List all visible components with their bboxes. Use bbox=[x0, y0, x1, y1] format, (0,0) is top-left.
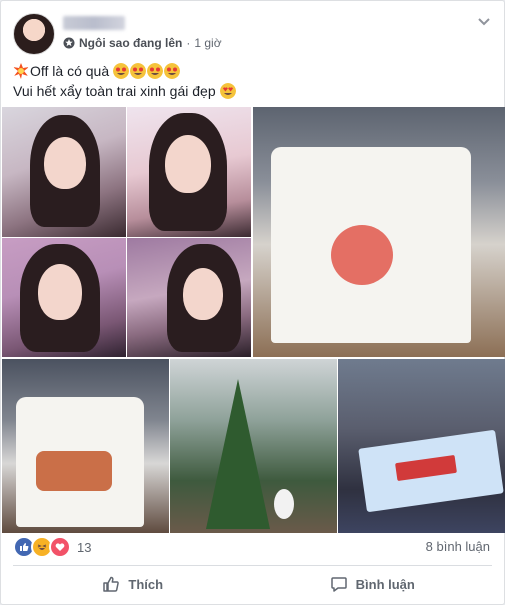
comment-button[interactable]: Bình luận bbox=[253, 567, 493, 601]
star-eyes-emoji bbox=[164, 63, 181, 79]
photo-selfie-4[interactable] bbox=[127, 238, 251, 357]
photo-selfie-2[interactable] bbox=[127, 107, 251, 237]
comment-button-label: Bình luận bbox=[355, 576, 415, 592]
star-icon bbox=[63, 37, 75, 49]
post-time[interactable]: 1 giờ bbox=[194, 36, 221, 50]
photo-event-ticket[interactable] bbox=[338, 359, 505, 533]
avatar[interactable] bbox=[13, 13, 55, 55]
star-eyes-emoji bbox=[113, 63, 130, 79]
photo-tshirt-1[interactable] bbox=[253, 107, 505, 357]
author-name-redacted[interactable] bbox=[63, 16, 125, 30]
photo-tshirt-2[interactable] bbox=[2, 359, 169, 533]
photo-selfie-1[interactable] bbox=[2, 107, 126, 237]
heart-eyes-emoji bbox=[219, 83, 236, 99]
photo-selfie-3[interactable] bbox=[2, 238, 126, 357]
photo-christmas-tree[interactable] bbox=[170, 359, 337, 533]
action-bar: Thích Bình luận bbox=[13, 567, 492, 601]
reaction-count[interactable]: 13 bbox=[77, 540, 91, 555]
like-button-label: Thích bbox=[128, 576, 164, 592]
post-text: Off là có quà Vui hết xẩy toàn trai xinh… bbox=[13, 61, 237, 101]
reactions-summary[interactable]: 13 bbox=[13, 536, 91, 558]
post-line-2: Vui hết xẩy toàn trai xinh gái đẹp bbox=[13, 81, 237, 101]
like-button[interactable]: Thích bbox=[13, 567, 253, 601]
collision-emoji bbox=[13, 63, 29, 79]
meta-separator: · bbox=[186, 36, 191, 50]
post-meta: Ngôi sao đang lên · 1 giờ bbox=[63, 36, 222, 50]
love-reaction-icon bbox=[49, 536, 71, 558]
chevron-down-icon[interactable] bbox=[476, 13, 492, 29]
comment-count[interactable]: 8 bình luận bbox=[426, 539, 490, 554]
status-label[interactable]: Ngôi sao đang lên bbox=[79, 36, 182, 50]
post-card: Ngôi sao đang lên · 1 giờ Off là có quà … bbox=[0, 0, 505, 605]
post-header: Ngôi sao đang lên · 1 giờ bbox=[13, 13, 492, 57]
post-line-1-text: Off là có quà bbox=[30, 63, 110, 79]
photo-grid bbox=[2, 107, 505, 533]
star-eyes-emoji bbox=[130, 63, 147, 79]
post-line-2-text: Vui hết xẩy toàn trai xinh gái đẹp bbox=[13, 83, 216, 99]
post-line-1: Off là có quà bbox=[13, 61, 237, 81]
divider bbox=[13, 565, 492, 566]
thumbs-up-icon bbox=[103, 576, 120, 592]
star-eyes-emoji bbox=[147, 63, 164, 79]
speech-bubble-icon bbox=[330, 577, 347, 592]
